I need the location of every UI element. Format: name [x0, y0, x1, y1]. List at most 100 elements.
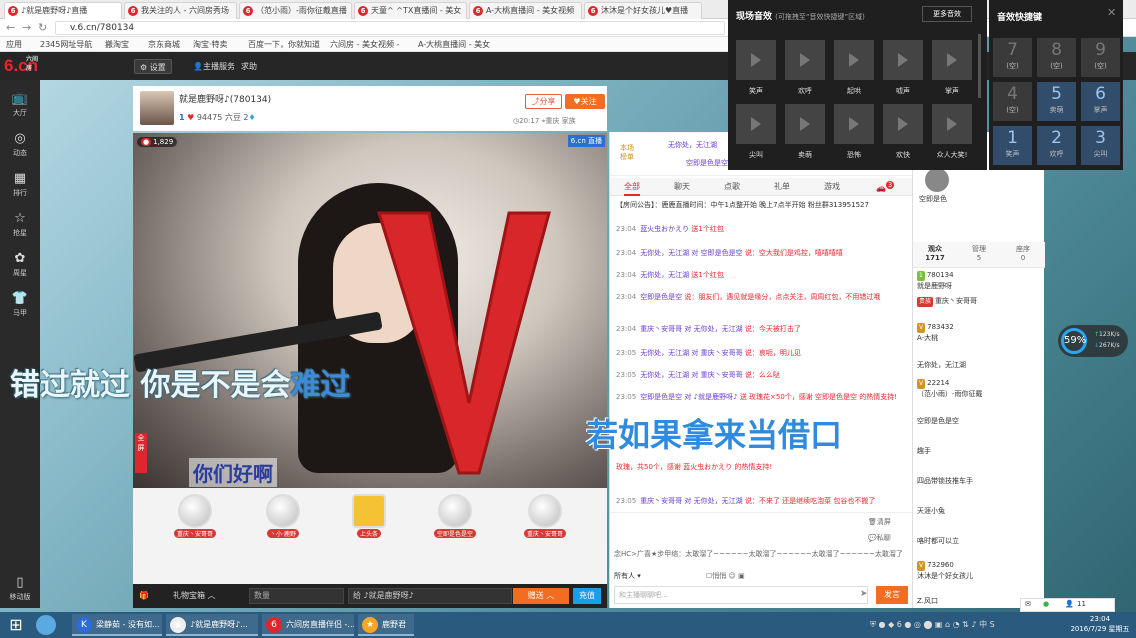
taskbar-item[interactable]: ★ 鹿野君 [358, 614, 414, 636]
sidebar-item-hall[interactable]: 📺 大厅 [0, 86, 40, 124]
gift-slot[interactable]: 重庆丶安哥哥 [513, 494, 577, 548]
send-button[interactable]: 发言 [876, 586, 908, 604]
audience-item[interactable]: 咯时都可以立 [917, 536, 1041, 546]
close-icon[interactable]: ✕ [1107, 6, 1116, 19]
audience-item[interactable]: 四品带锁技推车手 [917, 476, 1041, 486]
browser-tab[interactable]: 6 我关注的人 - 六间房秀场 [124, 2, 237, 19]
rank-first[interactable]: 无你处，无江湖 [668, 140, 717, 150]
streamer-service-button[interactable]: 👤主播服务 [188, 59, 240, 74]
tab-song[interactable]: 点歌 [724, 181, 740, 192]
tab-admins[interactable]: 管理 5 [957, 244, 1001, 262]
gift-target-select[interactable]: 给 ♪就是鹿野呀♪ [348, 588, 512, 604]
video-player[interactable]: ● 1,829 6.cn 直播 全屏 你们好啊 [133, 133, 607, 488]
chat-input[interactable]: 和主播聊聊吧... [614, 586, 868, 604]
sidebar-item-feed[interactable]: ◎ 动态 [0, 126, 40, 164]
bookmark-item[interactable]: 百度一下，你就知道 [248, 39, 320, 50]
bookmark-item[interactable]: 淘宝·特卖 [193, 39, 228, 50]
hotkey-6[interactable]: 6 掌声 [1081, 82, 1120, 121]
hotkey-5[interactable]: 5 卖萌 [1037, 82, 1076, 121]
sfx-horror-button[interactable] [834, 104, 874, 144]
tab-chat[interactable]: 聊天 [674, 181, 690, 192]
windows-start-icon[interactable]: ⊞ [4, 614, 28, 636]
sfx-cute-button[interactable] [785, 104, 825, 144]
bookmark-item[interactable]: 应用 [6, 39, 22, 50]
gift-quantity-input[interactable]: 数量 [249, 588, 344, 604]
sidebar-item-ranking[interactable]: ▦ 排行 [0, 166, 40, 204]
scrollbar[interactable] [978, 34, 981, 98]
tab-all[interactable]: 全部 [624, 181, 640, 196]
taskbar-item[interactable]: 6 六间房直播伴侣 -... [262, 614, 354, 636]
hotkey-2[interactable]: 2 欢呼 [1037, 126, 1076, 165]
hotkey-3[interactable]: 3 尖叫 [1081, 126, 1120, 165]
sfx-applause-button[interactable] [932, 40, 972, 80]
audience-item[interactable]: 趣手 [917, 446, 1041, 456]
gift-icon[interactable]: 🎁 [139, 589, 149, 603]
audience-item[interactable]: V 22214 （范小雨）-雨你征戴 [917, 378, 1041, 399]
sidebar-item-weekly[interactable]: ✿ 周星 [0, 246, 40, 284]
gift-slot[interactable]: 丶小·鹿野 [251, 494, 315, 548]
browser-tab[interactable]: 6 ♪就是鹿野呀♪直播 [4, 2, 122, 19]
smiley-icon[interactable]: ☺ [729, 572, 736, 580]
streamer-avatar[interactable] [140, 91, 174, 125]
browser-tab[interactable]: 6 A-大桃直播间 - 美女视频 [469, 2, 582, 19]
audience-item[interactable]: 无你处，无江湖 [917, 360, 1041, 370]
gift-slot[interactable]: 重庆丶安哥哥 [163, 494, 227, 548]
bookmark-item[interactable]: 搬淘宝 [105, 39, 129, 50]
taskbar-item[interactable]: K 梁静茹 - 没有如... [72, 614, 162, 636]
network-speed-widget[interactable]: 59% ↑123K/s ↓267K/s [1058, 325, 1128, 357]
recharge-button[interactable]: 充值 [573, 588, 601, 604]
notification-pill[interactable]: ✉ ● 👤 11 [1020, 598, 1115, 612]
browser-tab[interactable]: 6 沐沐是个好女孩儿♥直播 [584, 2, 702, 19]
sfx-happy-button[interactable] [883, 104, 923, 144]
bookmark-item[interactable]: 京东商城 [148, 39, 180, 50]
audience-item[interactable]: 1 780134 就是鹿野呀 [917, 270, 1041, 291]
sfx-cheer-button[interactable] [785, 40, 825, 80]
sidebar-item-vest[interactable]: 👕 马甲 [0, 286, 40, 324]
gift-slot[interactable]: 空即是色是空 [423, 494, 487, 548]
gift-box-button[interactable]: 礼物宝箱 ︿ [173, 589, 216, 603]
url-input[interactable]: v.6.cn/780134 [55, 21, 725, 35]
reload-icon[interactable]: ↻ [38, 22, 47, 34]
site-logo[interactable]: 6.cn 六间房 [4, 56, 38, 76]
bookmark-item[interactable]: A-大桃直播间 - 美女 [418, 39, 490, 50]
browser-tab[interactable]: 6 （范小雨）-雨你征戴直播 [239, 2, 352, 19]
gift-slot[interactable]: 上头条 [337, 494, 401, 548]
sidebar-item-star[interactable]: ☆ 抢星 [0, 206, 40, 244]
send-gift-button[interactable]: 赠送 ︿ [513, 588, 569, 604]
taskbar-item[interactable]: ◉ ♪就是鹿野呀♪... [166, 614, 258, 636]
share-button[interactable]: ⤴分享 [525, 94, 562, 109]
private-chat-button[interactable]: 💬私聊 [868, 533, 891, 543]
system-tray[interactable]: ⛨ ● ◆ 6 ● ◎ ⬤ ▣ ⌂ ◔ ⇅ ♪ 中 S [870, 619, 1060, 631]
sfx-scream-button[interactable] [736, 104, 776, 144]
audience-item[interactable]: V 732960 沐沐是个好女孩儿 [917, 560, 1041, 581]
recipient-select[interactable]: 所有人 ▾ [614, 571, 641, 581]
sfx-laugh-button[interactable] [736, 40, 776, 80]
clear-screen-button[interactable]: 🗑清屏 [868, 517, 891, 527]
sfx-tease-button[interactable] [834, 40, 874, 80]
tab-gift-list[interactable]: 礼单 [774, 181, 790, 192]
sfx-boo-button[interactable] [883, 40, 923, 80]
hotkey-1[interactable]: 1 笑声 [993, 126, 1032, 165]
follow-button[interactable]: ♥关注 [565, 94, 605, 109]
help-button[interactable]: 求助 [236, 59, 262, 74]
audience-item[interactable]: 贵族 重庆丶安哥哥 [917, 296, 1041, 307]
image-icon[interactable]: ▣ [738, 572, 745, 580]
whisper-toggle[interactable]: ☐悄悄 ☺ ▣ [706, 571, 745, 581]
clock[interactable]: 23:04 2016/7/29 星期五 [1066, 614, 1134, 634]
tab-games[interactable]: 游戏 [824, 181, 840, 192]
bookmark-item[interactable]: 六间房 - 美女视频 - [330, 39, 399, 50]
app-icon[interactable] [36, 615, 56, 635]
tab-seats[interactable]: 座序 0 [1001, 244, 1045, 262]
guard-avatar[interactable] [925, 168, 949, 192]
hotkey-7[interactable]: 7 (空) [993, 38, 1032, 77]
sidebar-item-mobile[interactable]: ▯ 移动版 [0, 570, 40, 608]
tab-audience[interactable]: 观众 1717 [913, 244, 957, 262]
rank-second[interactable]: 空即是色是空 [686, 158, 728, 168]
bookmark-item[interactable]: 2345网址导航 [40, 39, 92, 50]
car-icon[interactable]: 🚗 3 [876, 181, 895, 193]
fullscreen-tab[interactable]: 全屏 [135, 433, 147, 473]
audience-item[interactable]: 空即是色是空 [917, 416, 1041, 426]
audience-item[interactable]: 天涯小兔 [917, 506, 1041, 516]
forward-icon[interactable]: → [22, 22, 31, 34]
settings-button[interactable]: ⚙ 设置 [134, 59, 172, 74]
